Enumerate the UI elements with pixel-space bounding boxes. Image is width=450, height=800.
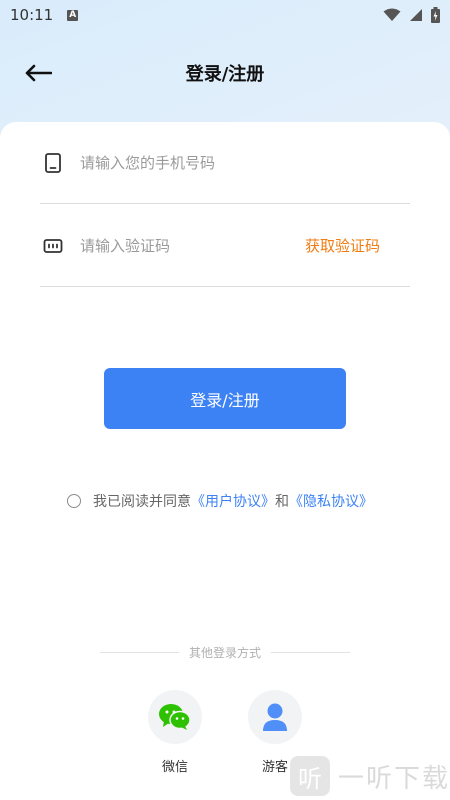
login-card: 获取验证码 登录/注册 我已阅读并同意 《用户协议》 和 《隐私协议》 其他登录… [0, 122, 450, 800]
watermark: 听 一听下载 [290, 756, 450, 796]
status-time: 10:11 [10, 6, 54, 24]
phone-icon [42, 152, 64, 174]
guest-user-icon [263, 703, 287, 731]
wifi-icon [383, 8, 401, 21]
wechat-label: 微信 [161, 760, 188, 775]
back-arrow-icon [25, 64, 52, 82]
watermark-logo-icon: 听 [290, 756, 330, 796]
agreement-conjunction: 和 [275, 494, 289, 510]
user-agreement-link[interactable]: 《用户协议》 [191, 491, 275, 511]
status-left: 10:11 A [10, 6, 79, 24]
verification-code-input[interactable] [78, 235, 305, 256]
phone-field-row [40, 122, 410, 204]
status-icons [383, 7, 440, 23]
divider-line-left [100, 651, 179, 653]
get-code-button[interactable]: 获取验证码 [305, 235, 380, 256]
back-button[interactable] [24, 60, 56, 86]
agreement-prefix: 我已阅读并同意 [93, 494, 191, 510]
other-login-divider: 其他登录方式 [100, 643, 351, 661]
guest-login-button[interactable] [248, 690, 302, 744]
status-bar: 10:11 A [0, 0, 450, 30]
input-indicator-icon: A [67, 9, 79, 21]
agreement-radio[interactable] [67, 494, 81, 508]
signal-icon [410, 9, 422, 21]
wechat-login-button[interactable] [148, 690, 202, 744]
verification-code-icon [42, 235, 64, 257]
page-title: 登录/注册 [185, 64, 265, 85]
watermark-text: 一听下载 [338, 763, 450, 794]
privacy-policy-link[interactable]: 《隐私协议》 [289, 491, 373, 511]
login-register-button[interactable]: 登录/注册 [104, 368, 346, 429]
guest-label: 游客 [261, 760, 288, 775]
phone-input[interactable] [78, 152, 410, 173]
wechat-login: 微信 [145, 690, 205, 775]
divider-line-right [271, 651, 351, 653]
battery-icon [431, 7, 440, 23]
app-header: 登录/注册 [0, 48, 450, 98]
other-login-title: 其他登录方式 [189, 645, 262, 660]
code-field-row: 获取验证码 [40, 205, 410, 287]
wechat-icon [159, 704, 191, 730]
agreement-row: 我已阅读并同意 《用户协议》 和 《隐私协议》 [67, 491, 373, 511]
